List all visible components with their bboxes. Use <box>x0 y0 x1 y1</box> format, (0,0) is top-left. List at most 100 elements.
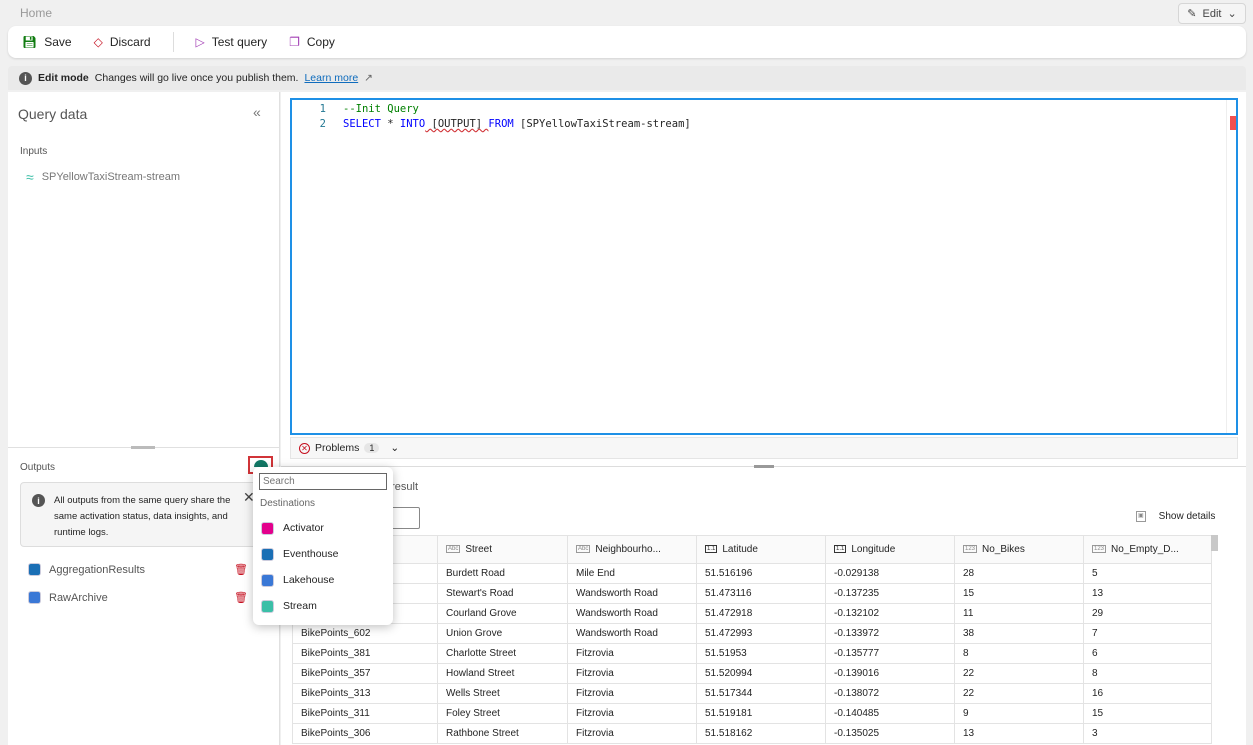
scrollbar[interactable] <box>1211 535 1218 551</box>
splitter-handle[interactable] <box>131 446 155 449</box>
column-header[interactable]: 123 No_Bikes <box>954 535 1084 564</box>
table-cell: -0.138072 <box>825 683 955 704</box>
play-icon: ▷ <box>195 35 205 49</box>
table-cell: -0.140485 <box>825 703 955 724</box>
type-icon: 123 <box>1092 545 1107 554</box>
table-cell: 51.519181 <box>696 703 826 724</box>
table-cell: Fitzrovia <box>567 643 697 664</box>
table-row[interactable]: BikePoints_381 Charlotte Street Fitzrovia 5… <box>292 643 1212 664</box>
output-item[interactable]: RawArchive <box>28 591 108 604</box>
code-line: --Init Query <box>343 103 419 115</box>
column-header[interactable]: 123 No_Empty_D... <box>1083 535 1212 564</box>
column-header[interactable]: Abc Neighbourho... <box>567 535 697 564</box>
table-cell: Wandsworth Road <box>567 623 697 644</box>
activator-icon <box>261 521 274 535</box>
collapse-icon[interactable]: « <box>253 104 261 120</box>
menu-item-eventhouse[interactable]: Eventhouse <box>253 541 393 567</box>
table-cell: Fitzrovia <box>567 663 697 684</box>
edit-mode-button[interactable]: ✎ Edit ⌄ <box>1178 3 1246 24</box>
table-row[interactable]: Courland Grove Wandsworth Road 51.472918 -0… <box>292 603 1212 624</box>
problems-bar[interactable]: ✕ Problems 1 ⌄ <box>290 437 1238 459</box>
menu-item-label: Stream <box>283 600 317 612</box>
column-name: Neighbourho... <box>595 544 661 555</box>
stream-icon: ≈ <box>26 169 34 185</box>
search-input[interactable] <box>259 473 387 490</box>
table-cell: 5 <box>1083 563 1212 584</box>
table-cell: Wandsworth Road <box>567 603 697 624</box>
query-editor[interactable]: 1 --Init Query 2 SELECT * INTO [OUTPUT] … <box>290 98 1238 435</box>
column-header[interactable]: 1.1 Latitude <box>696 535 826 564</box>
delete-icon[interactable]: 🗑︎ <box>234 591 248 604</box>
table-cell: Fitzrovia <box>567 703 697 724</box>
menu-item-lakehouse[interactable]: Lakehouse <box>253 567 393 593</box>
output-item[interactable]: AggregationResults <box>28 563 145 576</box>
type-icon: Abc <box>446 545 461 554</box>
chevron-down-icon: ⌄ <box>390 442 400 454</box>
column-name: Longitude <box>851 544 896 555</box>
table-row[interactable]: BikePoints_313 Wells Street Fitzrovia 51.51… <box>292 683 1212 704</box>
table-cell: -0.133972 <box>825 623 955 644</box>
table-row[interactable]: BikePoints_306 Rathbone Street Fitzrovia 51… <box>292 723 1212 744</box>
table-cell: -0.132102 <box>825 603 955 624</box>
table-cell: 8 <box>1083 663 1212 684</box>
table-cell: -0.135777 <box>825 643 955 664</box>
lakehouse-icon <box>261 573 274 587</box>
table-cell: BikePoints_381 <box>292 643 438 664</box>
show-details-button[interactable]: ▣ Show details <box>1136 511 1215 522</box>
keyword: INTO <box>399 118 426 130</box>
save-label: Save <box>44 35 72 49</box>
table-row[interactable]: BikePoints_311 Foley Street Fitzrovia 51.51… <box>292 703 1212 724</box>
table-cell: 51.518162 <box>696 723 826 744</box>
input-item[interactable]: ≈ SPYellowTaxiStream-stream <box>26 169 180 185</box>
table-cell: BikePoints_602 <box>292 623 438 644</box>
scrollbar[interactable] <box>1226 100 1227 433</box>
error-icon: ✕ <box>299 442 310 454</box>
table-cell: 51.473116 <box>696 583 826 604</box>
code-text: * <box>380 118 400 130</box>
type-icon: 1.1 <box>834 545 847 554</box>
test-query-label: Test query <box>211 35 268 49</box>
line-number: 2 <box>319 118 326 130</box>
table-row[interactable]: Stewart's Road Wandsworth Road 51.473116 -0… <box>292 583 1212 604</box>
code-line: SELECT * INTO [OUTPUT] FROM [SPYellowTax… <box>343 118 691 130</box>
copy-label: Copy <box>306 35 335 49</box>
table-cell: 51.520994 <box>696 663 826 684</box>
table-cell: Fitzrovia <box>567 683 697 704</box>
banner-message: Changes will go live once you publish th… <box>94 72 299 84</box>
table-cell: 15 <box>1083 703 1212 724</box>
tab-home[interactable]: Home <box>20 6 52 20</box>
table-cell: Union Grove <box>437 623 568 644</box>
save-button[interactable]: 💾︎ Save <box>22 35 72 49</box>
table-cell: -0.029138 <box>825 563 955 584</box>
column-header[interactable]: 1.1 Longitude <box>825 535 955 564</box>
column-header[interactable]: Abc Street <box>437 535 568 564</box>
menu-item-activator[interactable]: Activator <box>253 515 393 541</box>
table-cell: -0.137235 <box>825 583 955 604</box>
table-row[interactable]: Burdett Road Mile End 51.516196 -0.029138 28… <box>292 563 1212 584</box>
table-row[interactable]: BikePoints_602 Union Grove Wandsworth Road… <box>292 623 1212 644</box>
table-cell: 51.517344 <box>696 683 826 704</box>
table-cell: 8 <box>954 643 1084 664</box>
input-name: SPYellowTaxiStream-stream <box>41 171 181 183</box>
table-cell: BikePoints_311 <box>292 703 438 724</box>
table-cell: Wandsworth Road <box>567 583 697 604</box>
splitter-handle[interactable] <box>754 465 774 468</box>
eraser-icon: ◇ <box>93 35 103 49</box>
discard-button[interactable]: ◇ Discard <box>94 35 151 49</box>
table-cell: 13 <box>954 723 1084 744</box>
add-destination-menu: Destinations Activator Eventhouse Lakehous… <box>253 467 393 625</box>
table-cell: -0.139016 <box>825 663 955 684</box>
table-cell: 22 <box>954 683 1084 704</box>
details-icon: ▣ <box>1136 511 1146 522</box>
line-number: 1 <box>319 103 326 115</box>
column-name: Street <box>465 544 493 555</box>
menu-item-stream[interactable]: Stream <box>253 593 393 619</box>
plus-icon <box>253 460 268 467</box>
table-row[interactable]: BikePoints_357 Howland Street Fitzrovia 51.… <box>292 663 1212 684</box>
delete-icon[interactable]: 🗑︎ <box>234 563 248 576</box>
learn-more-link[interactable]: Learn more <box>304 72 358 84</box>
menu-item-label: Eventhouse <box>283 548 339 560</box>
outputs-label: Outputs <box>20 462 56 473</box>
test-query-button[interactable]: ▷ Test query <box>196 35 268 49</box>
copy-button[interactable]: ❐ Copy <box>289 35 335 49</box>
